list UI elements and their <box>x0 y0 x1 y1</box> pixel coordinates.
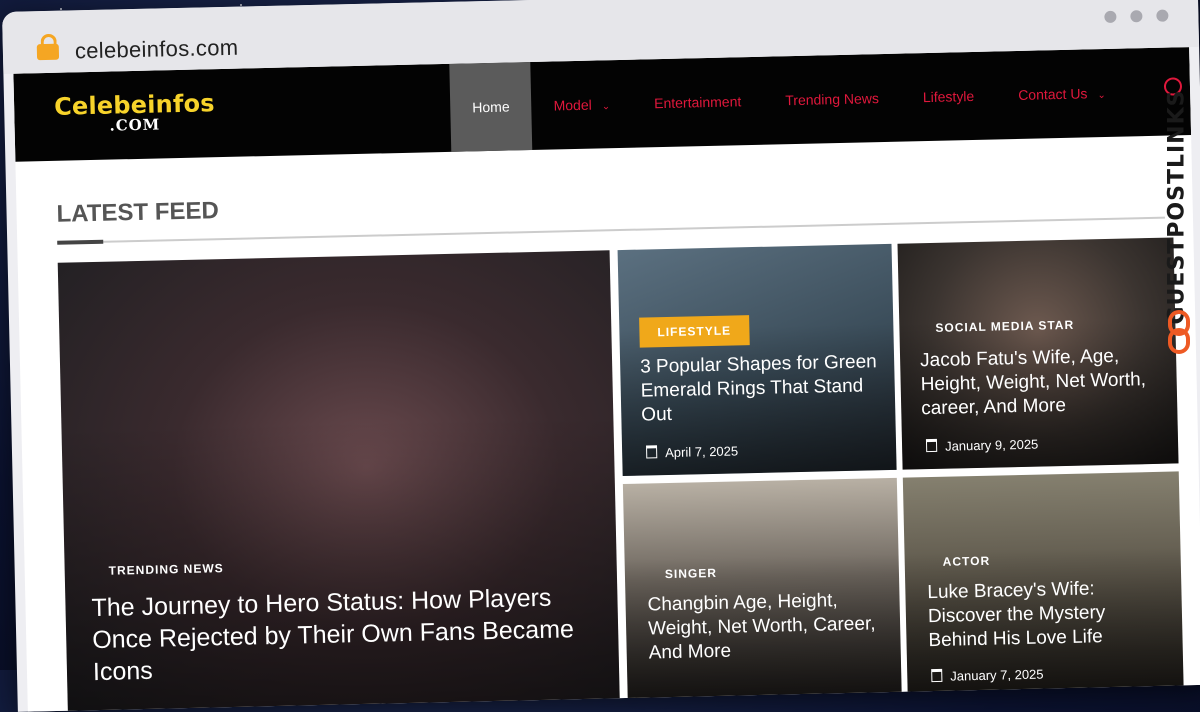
post-title[interactable]: Jacob Fatu's Wife, Age, Height, Weight, … <box>920 344 1168 422</box>
nav-item-lifestyle[interactable]: Lifestyle <box>900 51 997 141</box>
browser-window: celebeinfos.com Celebeinfos .COM Home Mo… <box>2 0 1200 712</box>
nav-item-entertainment[interactable]: Entertainment <box>631 57 764 148</box>
post-title[interactable]: The Journey to Hero Status: How Players … <box>91 581 593 688</box>
post-title[interactable]: Changbin Age, Height, Weight, Net Worth,… <box>647 588 889 665</box>
post-date: January 9, 2025 <box>925 437 1038 455</box>
post-title[interactable]: Luke Bracey's Wife: Discover the Mystery… <box>927 576 1169 653</box>
featured-post-card[interactable]: TRENDING NEWS The Journey to Hero Status… <box>57 250 621 712</box>
calendar-icon <box>646 445 658 459</box>
window-dot-icon[interactable] <box>1156 9 1169 22</box>
post-card[interactable]: LIFESTYLE 3 Popular Shapes for Green Eme… <box>617 243 897 477</box>
main-menu: Home Model ⌄ Entertainment Trending News … <box>449 48 1129 152</box>
window-dot-icon[interactable] <box>1130 10 1143 23</box>
calendar-icon <box>931 668 943 683</box>
lock-icon <box>36 43 60 61</box>
link-chain-icon <box>1168 310 1190 354</box>
post-category[interactable]: TRENDING NEWS <box>109 561 224 578</box>
nav-item-home[interactable]: Home <box>449 62 533 152</box>
nav-item-model[interactable]: Model ⌄ <box>531 60 634 150</box>
post-card[interactable]: SOCIAL MEDIA STAR Jacob Fatu's Wife, Age… <box>897 237 1179 470</box>
url-text[interactable]: celebeinfos.com <box>75 35 239 65</box>
section-title: LATEST FEED <box>56 197 220 228</box>
chevron-down-icon: ⌄ <box>601 101 611 113</box>
nav-item-contact-us[interactable]: Contact Us ⌄ <box>995 48 1129 139</box>
post-card[interactable]: ACTOR Luke Bracey's Wife: Discover the M… <box>902 471 1184 694</box>
post-date: April 7, 2025 <box>646 443 738 460</box>
post-date: January 7, 2025 <box>931 667 1044 685</box>
chevron-down-icon: ⌄ <box>1097 89 1107 102</box>
website: Celebeinfos .COM Home Model ⌄ Entertainme… <box>13 47 1200 712</box>
post-category[interactable]: ACTOR <box>943 554 991 569</box>
watermark-text: GUESTPOSTLINKS <box>1164 89 1190 325</box>
site-logo[interactable]: Celebeinfos .COM <box>54 89 216 136</box>
post-category[interactable]: SINGER <box>665 566 717 581</box>
window-controls <box>1104 9 1169 23</box>
nav-item-trending-news[interactable]: Trending News <box>762 54 902 145</box>
post-category[interactable]: LIFESTYLE <box>639 315 750 348</box>
post-card[interactable]: SINGER Changbin Age, Height, Weight, Net… <box>622 477 902 700</box>
window-dot-icon[interactable] <box>1104 10 1117 23</box>
section-divider <box>57 216 1165 244</box>
post-title[interactable]: 3 Popular Shapes for Green Emerald Rings… <box>640 350 882 427</box>
calendar-icon <box>925 438 938 453</box>
